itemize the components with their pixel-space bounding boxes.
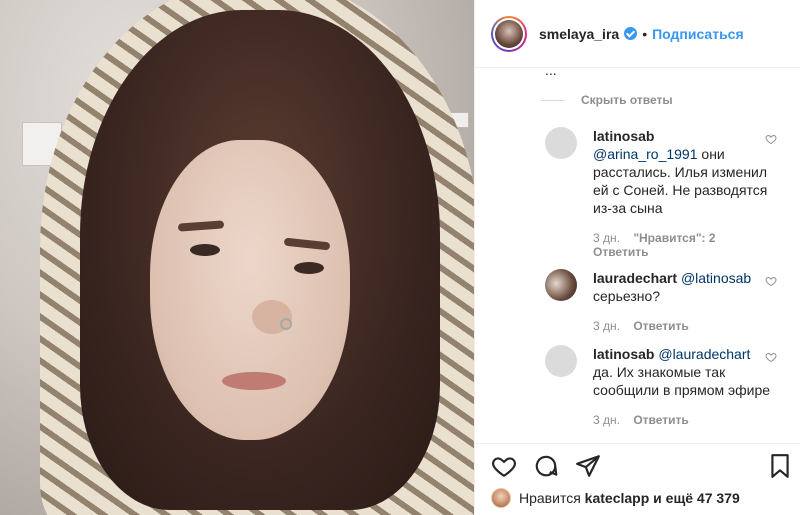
comment-meta: 3 дн. Ответить [593,413,733,427]
comment-body: да. Их знакомые так сообщили в прямом эф… [593,364,771,398]
comment-mention[interactable]: @arina_ro_1991 [593,146,698,162]
left-eye [190,244,220,256]
clipped-comment-text: ... [545,69,557,78]
face [150,140,350,440]
commenter-avatar[interactable] [545,127,577,159]
commenter-avatar[interactable] [545,345,577,377]
likes-summary: Нравится kateclapp и ещё 47 379 [491,487,740,509]
likes-count[interactable]: и ещё 47 379 [653,490,740,506]
comment-body: серьезно? [593,288,661,304]
comment-text: latinosab @arina_ro_1991 они расстались.… [593,127,771,217]
post-modal: smelaya_ira • Подписаться ... Скрыть отв… [0,0,800,515]
follow-button[interactable]: Подписаться [652,26,744,42]
hide-replies-label: Скрыть ответы [581,93,673,107]
hide-replies-line [541,99,565,101]
comment-icon[interactable] [533,453,559,479]
comment-username[interactable]: latinosab [593,128,654,144]
comment-item: lauradechart @latinosab серьезно? 3 дн. … [545,269,795,333]
comment-item: latinosab @lauradechart да. Их знакомые … [545,345,795,427]
author-avatar-image [495,19,523,48]
comment-item: latinosab @arina_ro_1991 они расстались.… [545,127,795,259]
heart-icon[interactable] [491,453,517,479]
comment-username[interactable]: latinosab [593,346,654,362]
author-username[interactable]: smelaya_ira [539,26,619,42]
liker-username[interactable]: kateclapp [585,490,650,506]
comment-username[interactable]: lauradechart [593,270,677,286]
comment-meta: 3 дн. "Нравится": 2 Ответить [593,231,733,259]
post-actions [475,443,800,487]
author-avatar[interactable] [491,15,527,52]
comment-like-heart-icon[interactable] [765,133,777,145]
author-avatar-border [493,17,525,50]
right-eye [294,262,324,274]
comment-time[interactable]: 3 дн. [593,319,620,333]
comment-text: latinosab @lauradechart да. Их знакомые … [593,345,771,399]
bookmark-icon[interactable] [767,453,793,479]
liker-avatar[interactable] [491,488,511,508]
header-separator: • [642,25,648,42]
nose-ring [280,318,292,330]
verified-icon [624,27,638,40]
comment-time[interactable]: 3 дн. [593,413,620,427]
comment-time[interactable]: 3 дн. [593,231,620,245]
commenter-avatar[interactable] [545,269,577,301]
comment-like-heart-icon[interactable] [765,351,777,363]
comments-list[interactable]: ... Скрыть ответы latinosab @arina_ro_19… [475,69,800,443]
comment-mention[interactable]: @latinosab [681,270,751,286]
comment-mention[interactable]: @lauradechart [658,346,750,362]
comment-meta: 3 дн. Ответить [593,319,733,333]
post-side-panel: smelaya_ira • Подписаться ... Скрыть отв… [474,0,800,515]
comment-reply-button[interactable]: Ответить [633,413,688,427]
post-header: smelaya_ira • Подписаться [475,0,800,68]
comment-reply-button[interactable]: Ответить [593,245,648,259]
likes-prefix: Нравится [519,490,581,506]
comment-text: lauradechart @latinosab серьезно? [593,269,771,305]
comment-like-heart-icon[interactable] [765,275,777,287]
comment-likes-count[interactable]: "Нравится": 2 [633,231,715,245]
comment-reply-button[interactable]: Ответить [633,319,688,333]
mouth [222,372,286,390]
hide-replies-button[interactable]: Скрыть ответы [541,93,673,107]
share-icon[interactable] [575,453,601,479]
post-photo[interactable] [0,0,474,515]
